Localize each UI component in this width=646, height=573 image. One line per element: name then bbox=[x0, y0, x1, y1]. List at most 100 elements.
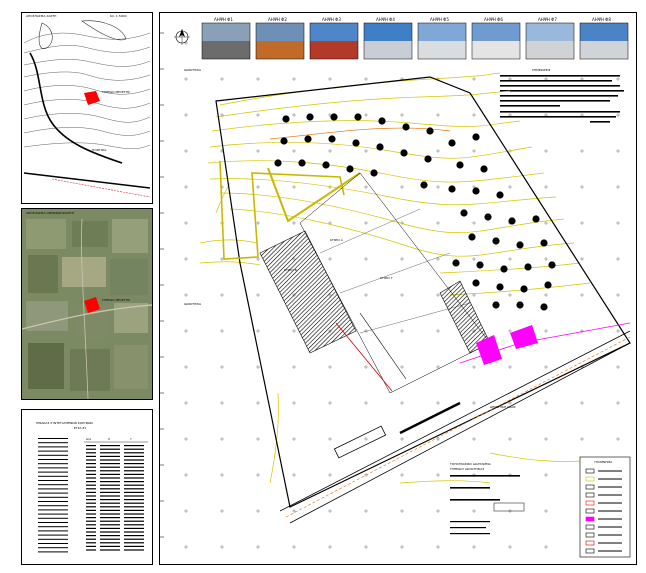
coord-left-row bbox=[38, 517, 68, 519]
site-plan-drawing: ΛΗΨΗ Φ1 ΛΗΨΗ Φ2 ΛΗΨΗ Φ3 ΛΗΨΗ Φ4 ΛΗΨΗ Φ5 ΛΗΨΗ … bbox=[160, 17, 631, 558]
coord-row-y bbox=[124, 499, 144, 501]
tree-marker bbox=[448, 185, 456, 193]
coord-left-row bbox=[38, 509, 68, 511]
grid-cross bbox=[436, 473, 440, 477]
photo-label: ΛΗΨΗ Φ5 bbox=[430, 17, 449, 22]
tree-marker bbox=[472, 187, 480, 195]
grid-cross bbox=[544, 221, 548, 225]
photo-label: ΛΗΨΗ Φ8 bbox=[592, 17, 611, 22]
grid-cross bbox=[580, 185, 584, 189]
grid-cross bbox=[400, 293, 404, 297]
grid-cross bbox=[292, 149, 296, 153]
coord-row-y bbox=[124, 545, 144, 547]
grid-cross bbox=[328, 545, 332, 549]
coord-row-id bbox=[86, 499, 96, 501]
coord-row-y bbox=[124, 445, 144, 447]
road-edge-1 bbox=[279, 330, 631, 512]
coord-row-x bbox=[100, 509, 120, 511]
coord-row-x bbox=[100, 502, 120, 504]
coord-row-id bbox=[86, 524, 96, 526]
notes-text-lines bbox=[500, 75, 624, 123]
site-photo: ΛΗΨΗ Φ5 bbox=[417, 17, 467, 60]
grid-cross bbox=[544, 509, 548, 513]
grid-cross bbox=[220, 365, 224, 369]
coord-row-y bbox=[124, 549, 144, 551]
photo-label: ΛΗΨΗ Φ3 bbox=[322, 17, 341, 22]
coord-row-id bbox=[86, 542, 96, 544]
grid-cross bbox=[436, 257, 440, 261]
grid-cross bbox=[616, 401, 620, 405]
coord-row-x bbox=[100, 466, 120, 468]
tree-marker bbox=[328, 135, 336, 143]
grid-cross bbox=[436, 221, 440, 225]
grid-cross bbox=[328, 509, 332, 513]
grid-cross bbox=[184, 221, 188, 225]
coord-row-y bbox=[124, 481, 144, 483]
grid-cross bbox=[256, 473, 260, 477]
tree-marker bbox=[400, 149, 408, 157]
coord-row-x bbox=[100, 455, 120, 457]
grid-cross bbox=[364, 257, 368, 261]
building-a-label: ΚΤΙΡΙΟ Α bbox=[330, 238, 344, 242]
grid-cross bbox=[256, 149, 260, 153]
road-label: ΔΗΜΟΤΙΚΗ ΟΔΟΣ bbox=[490, 405, 516, 409]
building-b-label: ΚΤΙΡΙΟ Β bbox=[284, 268, 297, 272]
grid-cross bbox=[472, 401, 476, 405]
site-photo: ΛΗΨΗ Φ4 bbox=[363, 17, 413, 60]
coord-left-row bbox=[38, 547, 68, 549]
grid-cross bbox=[616, 257, 620, 261]
grid-cross bbox=[220, 293, 224, 297]
grid-cross bbox=[544, 545, 548, 549]
title-subheading: ΓΗΠΕΔΟΥ ΙΔΙΟΚΤΗΣΙΑΣ bbox=[450, 467, 484, 471]
grid-cross bbox=[256, 545, 260, 549]
grid-cross bbox=[292, 473, 296, 477]
grid-cross bbox=[364, 401, 368, 405]
coordinates-table: ΠΙΝΑΚΑΣ ΣΥΝΤΕΤΑΓΜΕΝΩΝ ΚΟΡΥΦΩΝ ΕΓΣΑ 87 Α/… bbox=[36, 421, 148, 553]
coord-row-y bbox=[124, 463, 144, 465]
coord-row-y bbox=[124, 509, 144, 511]
grid-cross bbox=[472, 509, 476, 513]
coord-row-id bbox=[86, 488, 96, 490]
grid-cross bbox=[616, 329, 620, 333]
grid-cross bbox=[544, 365, 548, 369]
site-photo: ΛΗΨΗ Φ1 bbox=[201, 17, 251, 60]
grid-cross bbox=[184, 401, 188, 405]
field-left-label: ΙΔΙΟΚΤΗΣΙΑ bbox=[184, 302, 202, 306]
road-culvert bbox=[333, 425, 387, 459]
coord-row-id bbox=[86, 445, 96, 447]
tree-marker bbox=[516, 301, 524, 309]
coord-row-id bbox=[86, 466, 96, 468]
coord-row-x bbox=[100, 484, 120, 486]
tree-marker bbox=[282, 115, 290, 123]
tree-marker bbox=[456, 161, 464, 169]
grid-cross bbox=[220, 509, 224, 513]
grid-cross bbox=[184, 113, 188, 117]
tree-marker bbox=[274, 159, 282, 167]
coord-row-id bbox=[86, 459, 96, 461]
coord-row-id bbox=[86, 538, 96, 540]
coord-left-row bbox=[38, 471, 68, 473]
tree-marker bbox=[476, 261, 484, 269]
grid-cross bbox=[544, 149, 548, 153]
grid-cross bbox=[256, 437, 260, 441]
road-structure bbox=[399, 401, 461, 435]
coordinate-rows bbox=[86, 445, 144, 551]
coord-row-id bbox=[86, 506, 96, 508]
coord-row-y bbox=[124, 488, 144, 490]
grid-cross bbox=[364, 293, 368, 297]
tree-marker bbox=[500, 265, 508, 273]
grid-cross bbox=[328, 149, 332, 153]
grid-cross bbox=[256, 365, 260, 369]
coord-row-x bbox=[100, 473, 120, 475]
coord-row-y bbox=[124, 531, 144, 533]
tree-marker bbox=[420, 181, 428, 189]
coord-col-id: Α/Α bbox=[86, 437, 92, 441]
coord-row-y bbox=[124, 473, 144, 475]
grid-cross bbox=[436, 509, 440, 513]
grid-cross bbox=[220, 329, 224, 333]
title-heading: ΤΟΠΟΓΡΑΦΙΚΟ ΔΙΑΓΡΑΜΜΑ bbox=[449, 462, 492, 466]
grid-cross bbox=[184, 257, 188, 261]
coord-row-y bbox=[124, 538, 144, 540]
grid-cross bbox=[400, 257, 404, 261]
grid-cross bbox=[544, 185, 548, 189]
